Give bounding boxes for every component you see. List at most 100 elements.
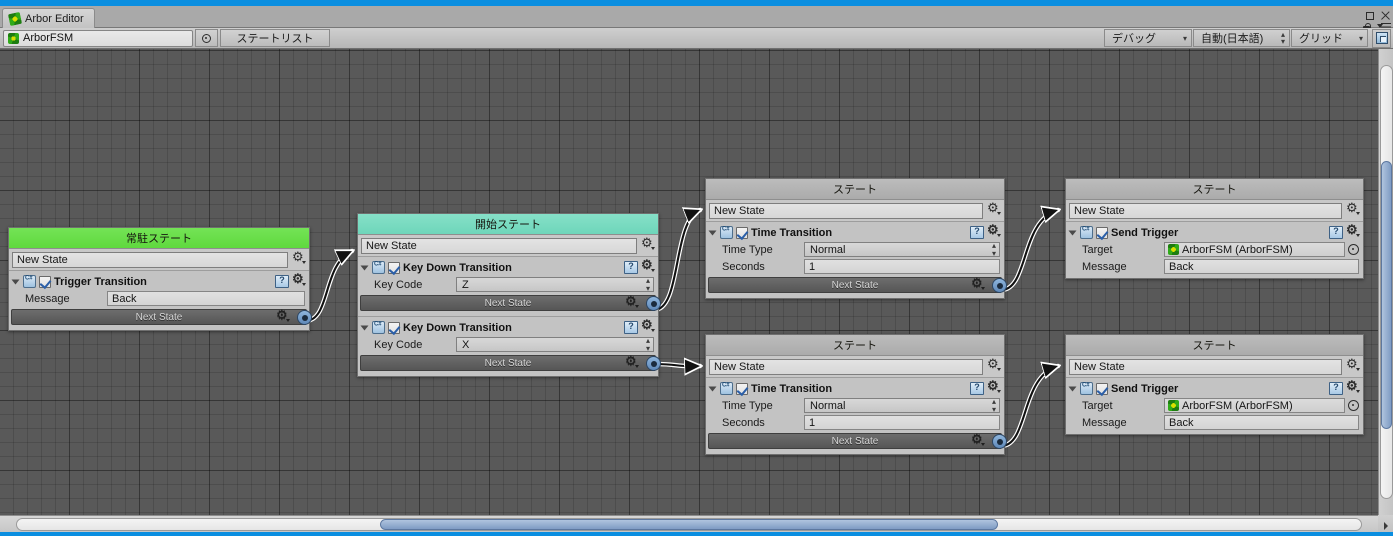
behaviour-settings-gear-icon[interactable] [987,226,1001,239]
debug-dropdown[interactable]: デバッグ ▾ [1104,29,1192,47]
state-settings-gear-icon[interactable] [641,239,655,252]
fsm-graph-canvas[interactable]: 常駐ステートNew StateTrigger TransitionMessage… [0,49,1378,515]
next-state-gear-icon[interactable] [625,297,639,310]
scroll-right-button[interactable] [1363,517,1378,532]
state-node-header[interactable]: ステート [706,335,1004,356]
behaviour-settings-gear-icon[interactable] [641,261,655,274]
object-picker-icon[interactable] [1348,244,1359,255]
behaviour-enabled-checkbox[interactable] [388,322,400,334]
language-dropdown[interactable]: 自動(日本語) ▴▾ [1193,29,1290,47]
behaviour-settings-gear-icon[interactable] [292,275,306,288]
help-icon[interactable] [624,321,638,334]
state-node-header[interactable]: 常駐ステート [9,228,309,249]
state-node[interactable]: 開始ステートNew StateKey Down TransitionKey Co… [357,213,659,377]
state-node[interactable]: ステートNew StateSend TriggerTargetArborFSM … [1065,334,1364,435]
field-text-input[interactable]: Back [1164,259,1359,274]
grid-toggle-button[interactable] [1372,29,1391,48]
behaviour-enabled-checkbox[interactable] [1096,383,1108,395]
field-dropdown[interactable]: X▴▾ [456,337,654,352]
expand-triangle-icon[interactable] [709,230,717,235]
state-node-header[interactable]: ステート [1066,179,1363,200]
fsm-object-field[interactable]: ArborFSM [3,30,193,47]
behaviour-settings-gear-icon[interactable] [1346,382,1360,395]
hscroll-thumb[interactable] [380,519,998,530]
expand-triangle-icon[interactable] [709,386,717,391]
vscroll-thumb[interactable] [1381,161,1392,429]
help-icon[interactable] [1329,226,1343,239]
state-node[interactable]: ステートNew StateTime TransitionTime TypeNor… [705,334,1005,455]
behaviour-header[interactable]: Time Transition [706,224,1004,241]
state-node[interactable]: ステートNew StateSend TriggerTargetArborFSM … [1065,178,1364,279]
next-state-slot[interactable]: Next State [708,433,1002,449]
next-state-slot[interactable]: Next State [11,309,307,325]
help-icon[interactable] [275,275,289,288]
state-settings-gear-icon[interactable] [987,204,1001,217]
state-list-button[interactable]: ステートリスト [220,29,330,47]
behaviour-enabled-checkbox[interactable] [736,227,748,239]
behaviour-header[interactable]: Send Trigger [1066,380,1363,397]
behaviour-enabled-checkbox[interactable] [736,383,748,395]
next-state-output-port[interactable] [992,434,1007,449]
target-select-button[interactable] [195,29,218,47]
field-text-input[interactable]: 1 [804,415,1000,430]
expand-triangle-icon[interactable] [361,325,369,330]
state-node[interactable]: 常駐ステートNew StateTrigger TransitionMessage… [8,227,310,331]
field-dropdown[interactable]: Normal▴▾ [804,242,1000,257]
behaviour-settings-gear-icon[interactable] [641,321,655,334]
hscroll-track[interactable] [16,518,1362,531]
state-name-input[interactable]: New State [12,252,288,268]
behaviour-enabled-checkbox[interactable] [1096,227,1108,239]
state-settings-gear-icon[interactable] [292,253,306,266]
vscroll-track[interactable] [1380,65,1393,499]
field-text-input[interactable]: 1 [804,259,1000,274]
field-object-reference[interactable]: ArborFSM (ArborFSM) [1164,398,1345,413]
close-icon[interactable] [1380,10,1391,21]
state-settings-gear-icon[interactable] [987,360,1001,373]
next-state-output-port[interactable] [297,310,312,325]
behaviour-enabled-checkbox[interactable] [39,276,51,288]
state-settings-gear-icon[interactable] [1346,204,1360,217]
expand-triangle-icon[interactable] [361,265,369,270]
expand-triangle-icon[interactable] [12,279,20,284]
help-icon[interactable] [970,226,984,239]
next-state-slot[interactable]: Next State [360,355,656,371]
next-state-output-port[interactable] [992,278,1007,293]
next-state-gear-icon[interactable] [276,311,290,324]
next-state-gear-icon[interactable] [625,357,639,370]
behaviour-settings-gear-icon[interactable] [987,382,1001,395]
next-state-output-port[interactable] [646,356,661,371]
behaviour-header[interactable]: Time Transition [706,380,1004,397]
field-dropdown[interactable]: Z▴▾ [456,277,654,292]
field-text-input[interactable]: Back [107,291,305,306]
next-state-gear-icon[interactable] [971,279,985,292]
state-name-input[interactable]: New State [709,203,983,219]
field-text-input[interactable]: Back [1164,415,1359,430]
state-name-input[interactable]: New State [361,238,637,254]
vertical-scrollbar[interactable] [1378,49,1393,515]
state-name-input[interactable]: New State [1069,359,1342,375]
state-node-header[interactable]: ステート [706,179,1004,200]
field-object-reference[interactable]: ArborFSM (ArborFSM) [1164,242,1345,257]
behaviour-header[interactable]: Send Trigger [1066,224,1363,241]
maximize-icon[interactable] [1364,10,1375,21]
next-state-slot[interactable]: Next State [708,277,1002,293]
state-settings-gear-icon[interactable] [1346,360,1360,373]
horizontal-scrollbar[interactable] [0,515,1378,532]
help-icon[interactable] [970,382,984,395]
behaviour-header[interactable]: Key Down Transition [358,259,658,276]
next-state-slot[interactable]: Next State [360,295,656,311]
expand-triangle-icon[interactable] [1069,230,1077,235]
next-state-output-port[interactable] [646,296,661,311]
help-icon[interactable] [1329,382,1343,395]
scroll-left-button[interactable] [0,517,15,532]
next-state-gear-icon[interactable] [971,435,985,448]
tab-arbor-editor[interactable]: Arbor Editor [2,8,95,29]
state-node-header[interactable]: 開始ステート [358,214,658,235]
expand-triangle-icon[interactable] [1069,386,1077,391]
state-node-header[interactable]: ステート [1066,335,1363,356]
scroll-down-button[interactable] [1379,500,1393,515]
grid-dropdown[interactable]: グリッド ▾ [1291,29,1368,47]
state-name-input[interactable]: New State [709,359,983,375]
object-picker-icon[interactable] [1348,400,1359,411]
state-name-input[interactable]: New State [1069,203,1342,219]
